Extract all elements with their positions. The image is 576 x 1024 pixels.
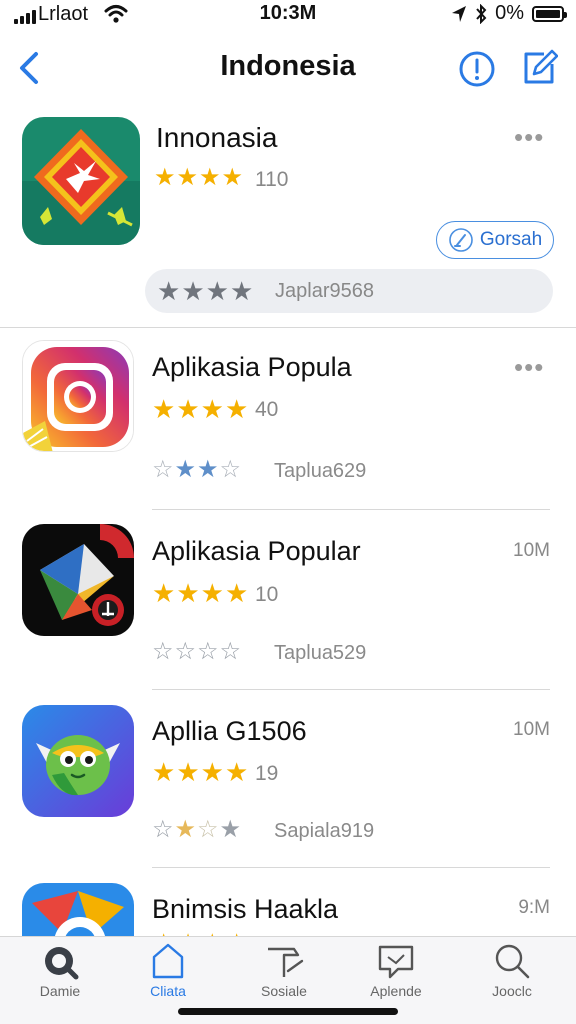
info-bar-stars: ★ ★ ★ ★ (157, 276, 254, 306)
rating-stars: ★★★★ (154, 164, 244, 191)
chat-icon (378, 945, 414, 979)
rating-count: 40 (255, 398, 279, 421)
app-name[interactable]: Aplikasia Popula (152, 352, 352, 383)
tab-apps-extra[interactable]: Aplende (346, 941, 446, 1011)
sub-tag: Taplua629 (274, 460, 367, 482)
app-size: 10M (513, 540, 550, 561)
more-options-icon[interactable]: ••• (514, 124, 544, 150)
search-icon (495, 944, 530, 979)
tab-games[interactable]: Damie (10, 941, 110, 1011)
download-icon (449, 228, 473, 252)
app-icon-mascot[interactable] (22, 705, 134, 817)
bluetooth-icon (476, 3, 487, 24)
apps-icon (152, 943, 184, 979)
featured-info-bar: ★ ★ ★ ★ Japlar9568 (145, 269, 553, 313)
game-icon (45, 947, 79, 980)
location-arrow-icon (452, 5, 467, 22)
rating-stars: ★★★★ (152, 578, 249, 608)
battery-icon (532, 5, 567, 22)
compose-icon[interactable] (520, 48, 558, 88)
tab-label: Aplende (370, 983, 422, 999)
sub-rating-stars: ☆ ☆ ☆ ☆ (152, 638, 242, 665)
rating-stars: ★★★★ (152, 394, 249, 424)
tab-label: Cliata (150, 983, 186, 999)
app-name[interactable]: Bnimsis Haakla (152, 894, 338, 925)
tab-label: Sosiale (261, 983, 307, 999)
get-button-label: Gorsah (479, 229, 543, 250)
sub-rating-stars: ☆ ★ ★ ☆ (152, 456, 242, 483)
divider (152, 689, 550, 690)
sub-rating-stars: ☆ ★ ☆ ★ (152, 816, 242, 843)
app-size: 9:M (518, 897, 550, 918)
divider (152, 509, 550, 510)
rating-count: 10 (255, 583, 279, 606)
divider (0, 327, 576, 328)
rating-count: 19 (255, 762, 279, 785)
get-button[interactable]: Gorsah (436, 221, 554, 259)
divider (152, 867, 550, 868)
app-size: 10M (513, 719, 550, 740)
app-icon-mail[interactable] (22, 524, 134, 636)
hammer-icon (268, 947, 304, 977)
info-icon[interactable] (458, 50, 496, 88)
tab-search[interactable]: Jooclc (462, 941, 562, 1011)
tab-label: Jooclc (492, 983, 532, 999)
home-indicator[interactable] (178, 1008, 398, 1015)
navigation-bar: Indonesia (0, 34, 576, 104)
featured-app-icon[interactable] (22, 117, 140, 245)
featured-app-name[interactable]: Innonasia (156, 122, 277, 154)
more-options-icon[interactable]: ••• (514, 354, 544, 380)
sub-tag: Sapiala919 (274, 820, 375, 842)
tab-social[interactable]: Sosiale (234, 941, 334, 1011)
battery-percent: 0% (495, 2, 524, 24)
status-bar: Lrlaot 10:3M 0% (0, 0, 576, 30)
info-bar-tag: Japlar9568 (275, 280, 374, 302)
app-name[interactable]: Apllia G1506 (152, 716, 307, 747)
app-icon-camera[interactable] (22, 340, 134, 452)
sub-tag: Taplua529 (274, 642, 367, 664)
tab-label: Damie (39, 983, 81, 999)
tab-apps[interactable]: Cliata (118, 941, 218, 1011)
rating-count: 110 (255, 168, 289, 191)
rating-stars: ★★★★ (152, 757, 249, 787)
app-name[interactable]: Aplikasia Popular (152, 536, 361, 567)
